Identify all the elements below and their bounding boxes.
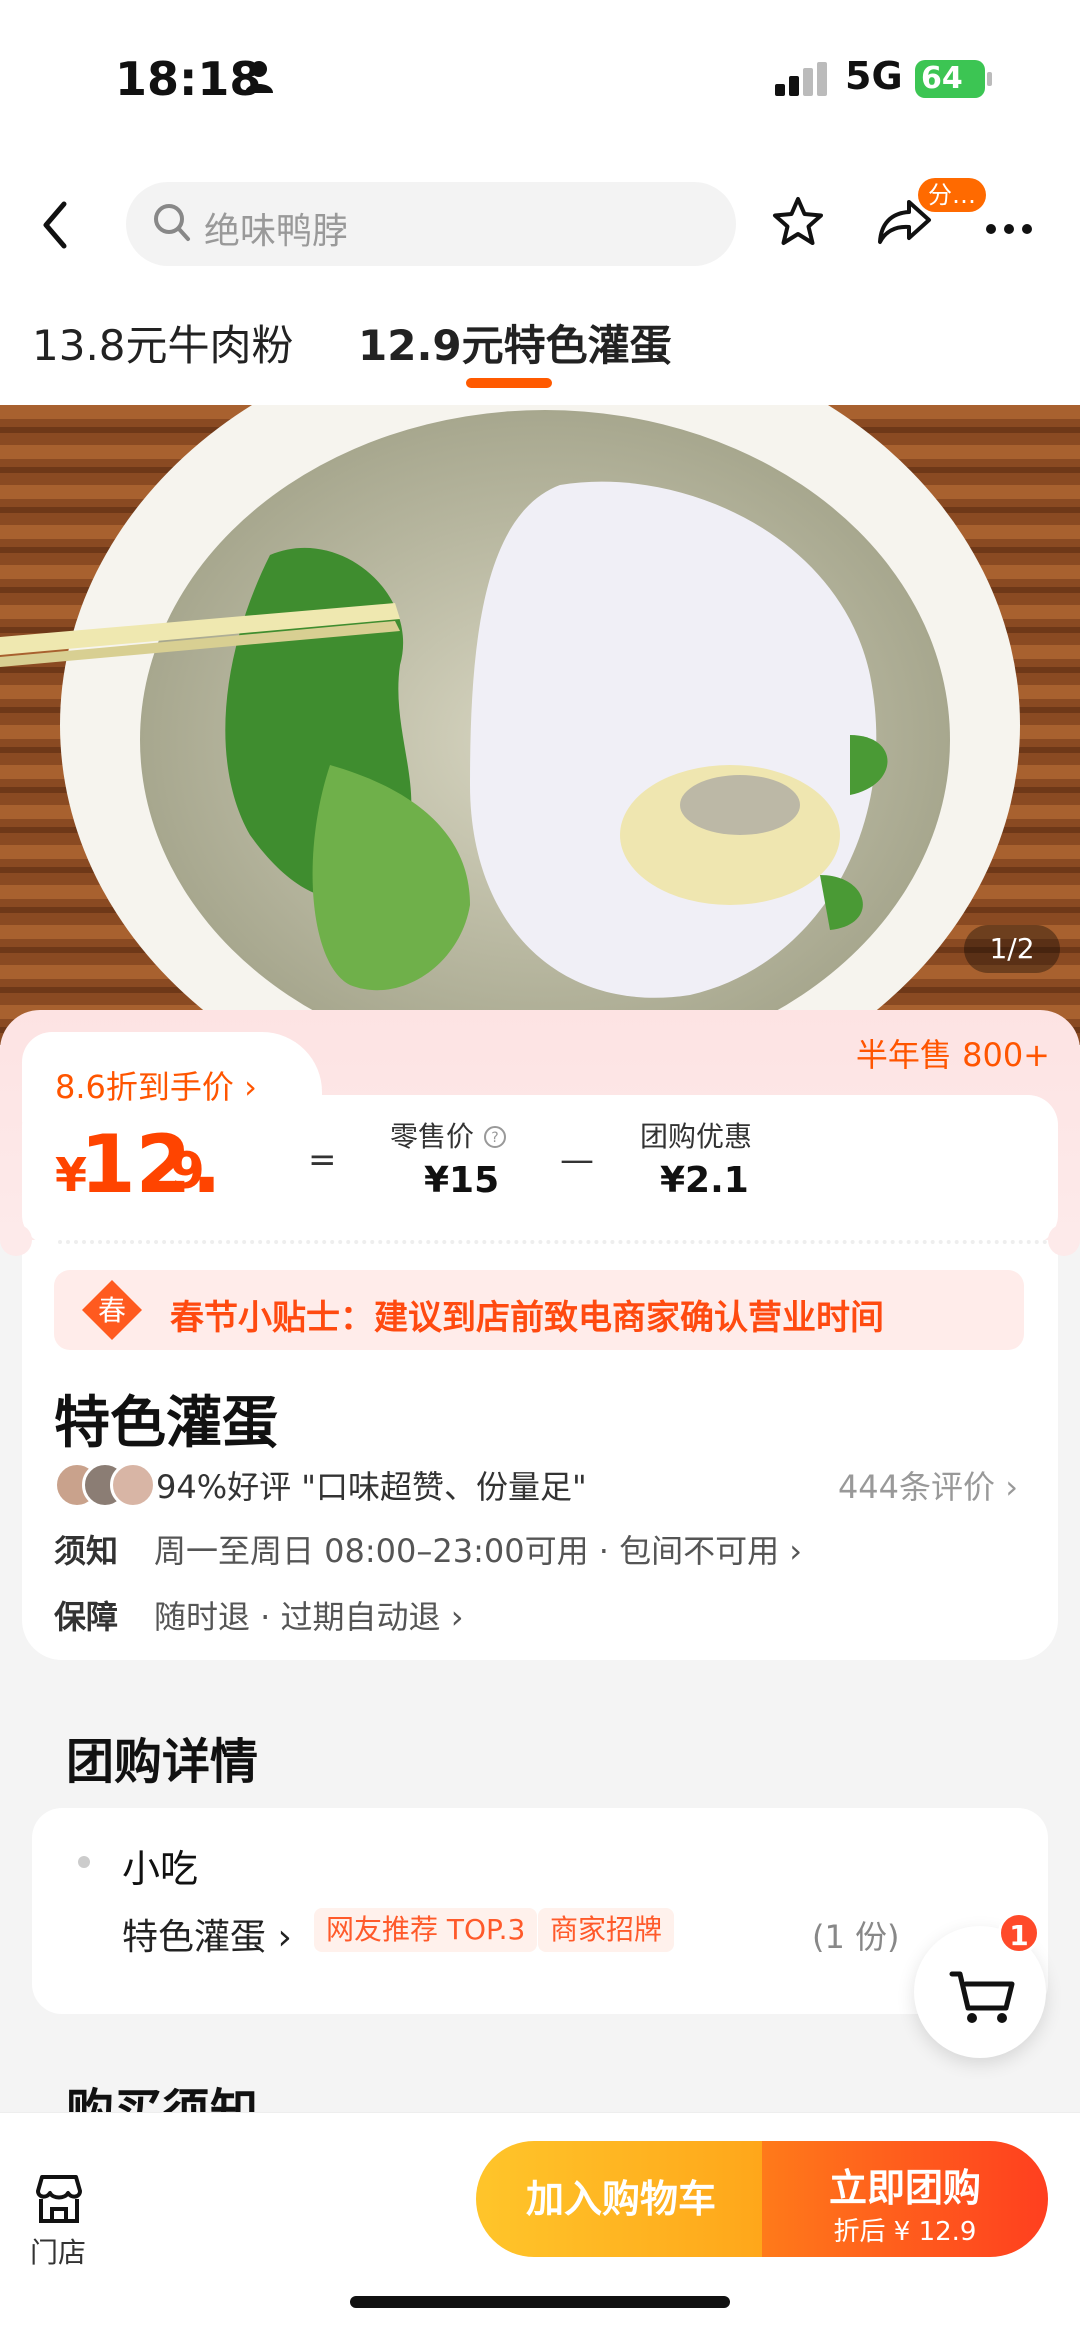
search-icon <box>154 204 190 241</box>
group-discount-value: ¥2.1 <box>660 1160 749 1201</box>
detail-category: 小吃 <box>122 1847 199 1891</box>
svg-text:?: ? <box>491 1130 498 1146</box>
status-time: 18:18 <box>115 52 262 106</box>
tab-stuffed-egg[interactable]: 12.9元特色灌蛋 <box>358 312 672 373</box>
detail-item-link[interactable]: 特色灌蛋 › <box>122 1908 292 1960</box>
holiday-tip-banner: 春 春节小贴士：建议到店前致电商家确认营业时间 <box>54 1270 1024 1350</box>
tab-active-underline <box>466 378 552 388</box>
notice-text[interactable]: 周一至周日 08:00–23:00可用 · 包间不可用 › <box>154 1526 802 1572</box>
store-icon[interactable] <box>32 2173 86 2229</box>
retail-price-value: ¥15 <box>424 1160 500 1201</box>
tag-signature: 商家招牌 <box>538 1908 675 1952</box>
equals-sign: = <box>308 1140 337 1180</box>
holiday-tip-text: 春节小贴士：建议到店前致电商家确认营业时间 <box>170 1298 884 1338</box>
group-buy-details-title: 团购详情 <box>66 1734 259 1790</box>
status-bar: 18:18 5G 64 <box>0 0 1080 160</box>
minus-sign: — <box>560 1140 594 1180</box>
share-badge: 分… <box>918 178 986 212</box>
avatar <box>110 1462 156 1508</box>
spring-festival-icon: 春 <box>82 1280 142 1340</box>
price-decimal: 9 <box>170 1142 205 1200</box>
deal-tabs: 13.8元牛肉粉 12.9元特色灌蛋 <box>0 290 1080 405</box>
sales-count: 半年售 800+ <box>855 1036 1050 1074</box>
group-discount-label: 团购优惠 <box>640 1120 753 1153</box>
battery-tip <box>987 72 992 86</box>
guarantee-text[interactable]: 随时退 · 过期自动退 › <box>154 1592 464 1638</box>
favorite-star-icon[interactable] <box>770 194 826 254</box>
gallery-page-indicator: 1/2 <box>964 925 1060 973</box>
signal-icon <box>775 62 835 102</box>
help-icon[interactable]: ? <box>483 1125 507 1149</box>
search-input[interactable]: 绝味鸭脖 <box>126 182 736 266</box>
bullet-dot <box>78 1856 90 1868</box>
retail-price-label: 零售价 ? <box>390 1115 507 1155</box>
detail-quantity: (1 份) <box>812 1918 900 1956</box>
deal-title: 特色灌蛋 <box>54 1391 278 1456</box>
back-icon[interactable] <box>40 200 70 254</box>
cart-count-badge: 1 <box>998 1912 1040 1954</box>
price-section: 8.6折到手价 › 半年售 800+ ¥ 12. 9 = 零售价 ? ¥15 —… <box>0 1010 1080 1245</box>
add-to-cart-button[interactable]: 加入购物车 <box>476 2141 766 2257</box>
search-placeholder: 绝味鸭脖 <box>204 211 349 252</box>
product-photo[interactable]: 1/2 <box>0 405 1080 1045</box>
perforated-divider <box>58 1240 1048 1244</box>
svg-text:春: 春 <box>98 1294 126 1327</box>
tag-top-recommend: 网友推荐 TOP.3 <box>314 1908 538 1952</box>
food-image <box>0 405 1080 1045</box>
ticket-notch-right <box>1048 1224 1080 1256</box>
ticket-notch-left <box>0 1224 32 1256</box>
home-indicator[interactable] <box>350 2296 730 2308</box>
battery-indicator: 64 <box>915 60 985 98</box>
network-type: 5G <box>845 54 903 98</box>
deal-info-card: 春 春节小贴士：建议到店前致电商家确认营业时间 特色灌蛋 94%好评 "口味超赞… <box>0 1224 1080 1660</box>
guarantee-label: 保障 <box>54 1598 119 1636</box>
person-icon <box>244 60 274 98</box>
reviews-link[interactable]: 444条评价 › <box>838 1462 1018 1508</box>
buy-now-label: 立即团购 <box>828 2166 981 2210</box>
rating-summary: 94%好评 "口味超赞、份量足" <box>156 1468 587 1506</box>
more-options-icon[interactable] <box>985 220 1033 239</box>
tab-beef-noodles[interactable]: 13.8元牛肉粉 <box>32 312 294 373</box>
notice-label: 须知 <box>54 1532 119 1570</box>
buy-now-discount-price: 折后 ¥ 12.9 <box>833 2217 977 2247</box>
top-bar: 绝味鸭脖 分… <box>0 160 1080 290</box>
discount-price-link[interactable]: 8.6折到手价 › <box>55 1062 257 1108</box>
store-label[interactable]: 门店 <box>30 2231 86 2271</box>
group-buy-details-card: 小吃 特色灌蛋 › 网友推荐 TOP.3 商家招牌 (1 份) <box>32 1808 1048 2014</box>
buy-now-button[interactable]: 立即团购 折后 ¥ 12.9 <box>762 2141 1048 2257</box>
reviewer-avatars <box>54 1462 156 1508</box>
